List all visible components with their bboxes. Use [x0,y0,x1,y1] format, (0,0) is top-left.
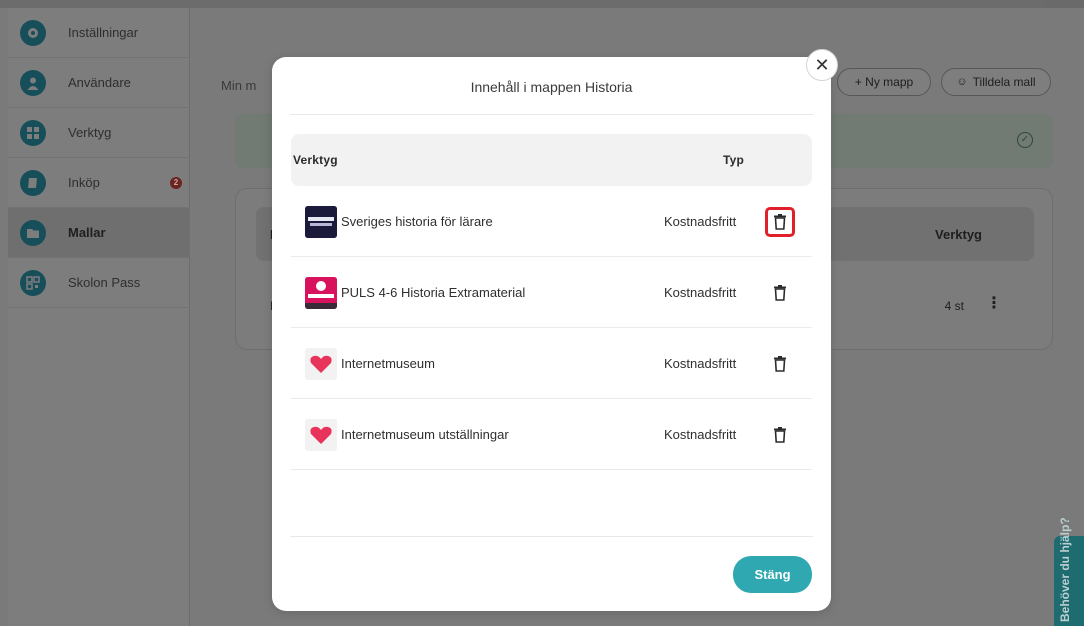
sveriges-historia-logo [305,206,337,238]
gear-icon [20,19,46,46]
tool-type: Kostnadsfritt [664,285,737,300]
sidebar-item-settings[interactable]: Inställningar [8,8,190,58]
sidebar: Inställningar Användare Verktyg Inköp 2 [8,8,190,626]
sidebar-item-templates[interactable]: Mallar [8,208,190,258]
user-icon [20,69,46,96]
folder-icon [20,219,46,246]
column-header-type: Typ [723,153,745,167]
sidebar-item-label: Skolon Pass [68,275,141,290]
trash-icon [774,427,786,443]
table-row: PULS 4-6 Historia Extramaterial Kostnads… [291,257,812,328]
puls-historia-logo [305,277,337,309]
sidebar-item-label: Mallar [68,225,106,240]
trash-icon [774,356,786,372]
sidebar-item-purchases[interactable]: Inköp 2 [8,158,190,208]
top-strip [0,0,1084,8]
sidebar-item-label: Användare [68,75,131,90]
sidebar-item-tools[interactable]: Verktyg [8,108,190,158]
internetmuseum-logo [305,348,337,380]
column-header-tools: Verktyg [935,227,982,242]
column-header-tool: Verktyg [293,153,338,167]
check-circle-icon: ✓ [1017,132,1033,148]
tool-name: PULS 4-6 Historia Extramaterial [341,285,526,300]
tool-name: Sveriges historia för lärare [341,214,493,229]
internetmuseum-logo [305,419,337,451]
help-tab[interactable]: Behöver du hjälp? [1054,517,1084,626]
trash-icon [774,285,786,301]
help-label: Behöver du hjälp? [1058,517,1072,622]
table-row: Internetmuseum utställningar Kostnadsfri… [291,399,812,470]
delete-button[interactable] [765,278,795,308]
more-options-icon[interactable]: ⋮ [986,293,1002,313]
user-add-icon: ☺ [956,76,968,88]
delete-button[interactable] [765,420,795,450]
notification-badge: 2 [170,177,182,189]
table-row: Internetmuseum Kostnadsfritt [291,328,812,399]
sidebar-item-label: Verktyg [68,125,112,140]
sidebar-item-users[interactable]: Användare [8,58,190,108]
tool-count: 4 st [944,299,964,313]
delete-button[interactable] [765,349,795,379]
assign-template-label: Tilldela mall [972,75,1036,89]
page-title: Min m [221,78,257,93]
trash-icon [774,214,786,230]
divider [290,536,813,537]
tool-name: Internetmuseum [341,356,435,371]
divider [290,114,813,115]
folder-content-dialog: Innehåll i mappen Historia Verktyg Typ S… [272,57,831,611]
new-folder-button[interactable]: + Ny mapp [837,68,931,96]
close-icon[interactable]: ✕ [806,49,838,81]
sidebar-item-label: Inställningar [68,25,139,40]
assign-template-button[interactable]: ☺ Tilldela mall [941,68,1051,96]
tool-type: Kostnadsfritt [664,427,737,442]
qr-icon [20,269,46,296]
tool-type: Kostnadsfritt [664,356,737,371]
table-row: Sveriges historia för lärare Kostnadsfri… [291,186,812,257]
sidebar-item-label: Inköp [68,175,100,190]
book-icon [20,169,46,196]
close-dialog-button[interactable]: Stäng [733,556,812,593]
dialog-title: Innehåll i mappen Historia [470,79,633,95]
delete-button[interactable] [765,207,795,237]
tool-name: Internetmuseum utställningar [341,427,509,442]
tool-type: Kostnadsfritt [664,214,737,229]
table-header: Verktyg Typ [291,134,812,186]
grid-icon [20,119,46,146]
sidebar-item-skolon-pass[interactable]: Skolon Pass [8,258,190,308]
